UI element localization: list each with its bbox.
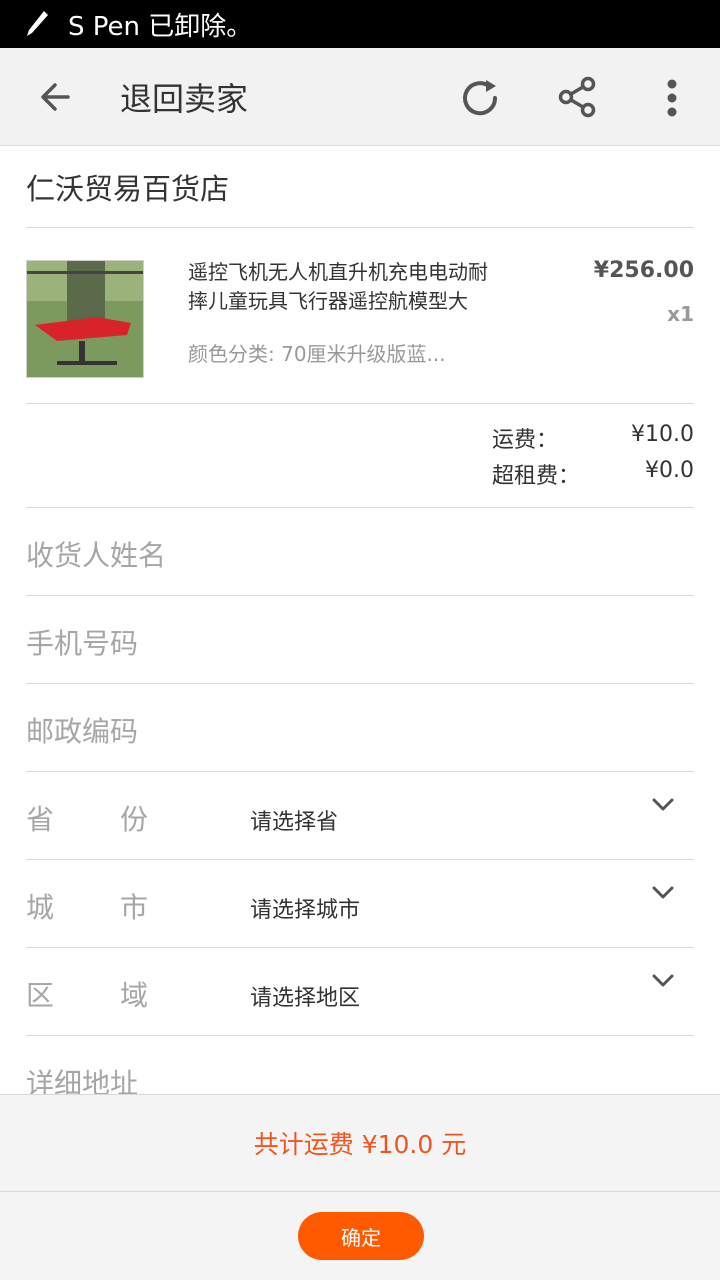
product-quantity: x1 [667, 302, 694, 326]
product-name: 遥控飞机无人机直升机充电电动耐摔儿童玩具飞行器遥控航模型大 [188, 260, 488, 313]
product-spec: 颜色分类: 70厘米升级版蓝... [188, 342, 446, 366]
zip-placeholder: 邮政编码 [26, 715, 139, 748]
status-bar: S Pen 已卸除。 [0, 0, 720, 48]
region-select[interactable]: 区 域 请选择地区 [26, 948, 694, 1036]
phone-field[interactable]: 手机号码 [26, 596, 694, 684]
province-label-1: 省 [26, 803, 55, 836]
shipping-fee-value: ¥10.0 [631, 422, 694, 447]
shipping-summary: 共计运费 ¥10.0 元 [0, 1094, 720, 1192]
page-title: 退回卖家 [120, 80, 249, 118]
city-value: 请选择城市 [250, 898, 361, 923]
shipping-fee-label: 运费： [492, 428, 559, 453]
phone-placeholder: 手机号码 [26, 627, 139, 660]
more-vert-icon[interactable] [656, 76, 688, 120]
refresh-icon[interactable] [456, 74, 504, 122]
fees-section: 运费： ¥10.0 超租费： ¥0.0 [26, 404, 694, 508]
recipient-name-field[interactable]: 收货人姓名 [26, 508, 694, 596]
product-image[interactable] [26, 260, 144, 378]
city-select[interactable]: 城 市 请选择城市 [26, 860, 694, 948]
recipient-name-placeholder: 收货人姓名 [26, 539, 167, 572]
product-row[interactable]: 遥控飞机无人机直升机充电电动耐摔儿童玩具飞行器遥控航模型大 颜色分类: 70厘米… [26, 228, 694, 404]
chevron-down-icon[interactable] [650, 792, 676, 818]
city-label-2: 市 [120, 891, 149, 924]
region-label-2: 域 [120, 979, 149, 1012]
pen-icon [24, 9, 50, 39]
overtime-fee-value: ¥0.0 [645, 458, 694, 483]
overtime-fee-row: 超租费： ¥0.0 [26, 458, 694, 489]
province-label-2: 份 [120, 803, 149, 836]
summary-text: 共计运费 ¥10.0 元 [253, 1130, 467, 1159]
shop-name: 仁沃贸易百货店 [26, 146, 694, 228]
region-value: 请选择地区 [250, 986, 361, 1011]
shipping-fee-row: 运费： ¥10.0 [26, 422, 694, 453]
region-label-1: 区 [26, 979, 55, 1012]
confirm-button[interactable]: 确定 [298, 1212, 424, 1260]
province-value: 请选择省 [250, 810, 339, 835]
footer: 确定 [0, 1192, 720, 1280]
share-icon[interactable] [554, 74, 600, 120]
status-text: S Pen 已卸除。 [68, 11, 253, 42]
province-select[interactable]: 省 份 请选择省 [26, 772, 694, 860]
content: 仁沃贸易百货店 遥控飞机无人机直升机充电电动耐摔儿童玩具飞行器遥控航模型大 颜色… [26, 146, 694, 1124]
product-price: ¥256.00 [593, 258, 694, 283]
zip-field[interactable]: 邮政编码 [26, 684, 694, 772]
app-bar: 退回卖家 [0, 48, 720, 146]
chevron-down-icon[interactable] [650, 880, 676, 906]
chevron-down-icon[interactable] [650, 968, 676, 994]
city-label-1: 城 [26, 891, 55, 924]
overtime-fee-label: 超租费： [492, 464, 581, 489]
back-arrow-icon[interactable] [34, 74, 80, 120]
